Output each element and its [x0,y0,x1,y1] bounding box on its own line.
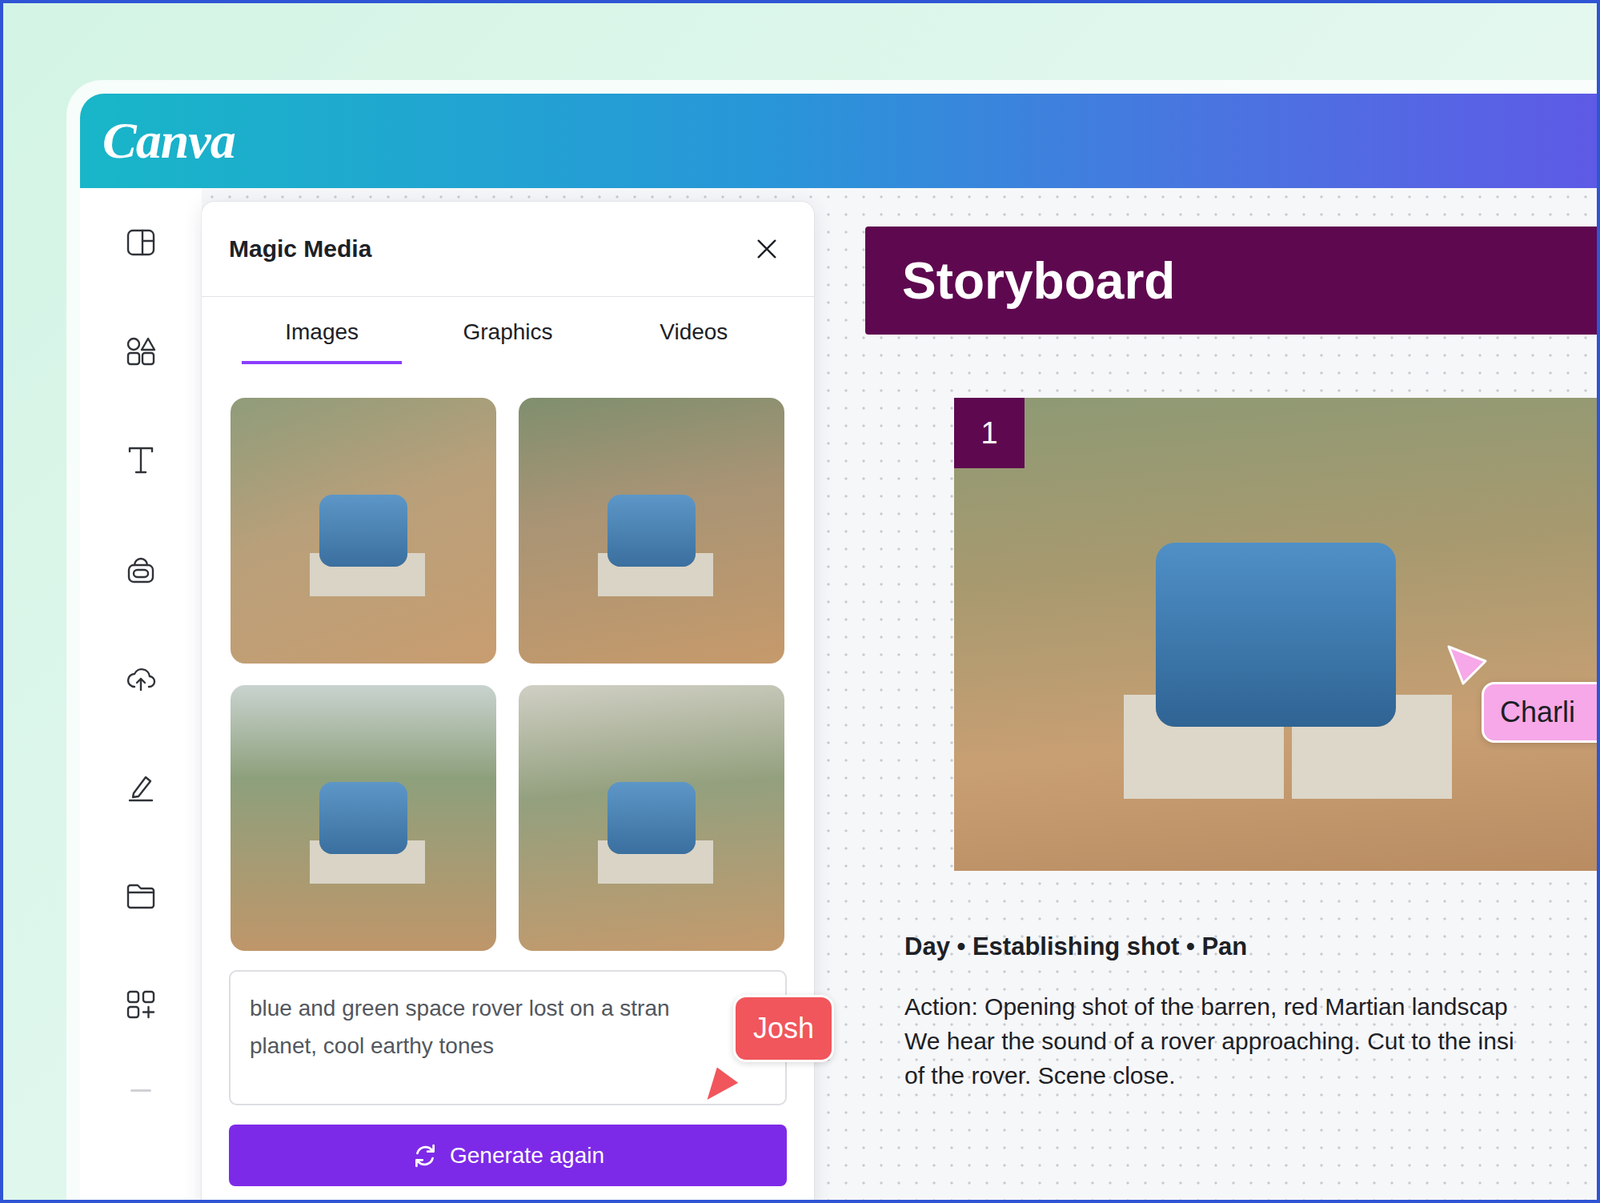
app-frame: Canva Magic Media Images Graphics Videos blue… [66,80,1597,1203]
prompt-text: blue and green space rover lost on a str… [249,989,766,1027]
rail-divider [130,1089,152,1092]
action-line: of the rover. Scene close. [904,1058,1597,1093]
design-canvas: Storyboard 1 Charli Day • Establishing shot… [814,188,1597,1203]
rover-shape [1155,542,1396,727]
collaborator-badge: Charli [1481,681,1597,743]
brand-icon[interactable] [124,553,157,586]
frame-description[interactable]: Day • Establishing shot • Pan Action: Ope… [904,931,1597,1093]
apps-icon[interactable] [124,988,157,1021]
storyboard-title-bar[interactable]: Storyboard [865,226,1597,335]
generated-image[interactable] [518,685,785,951]
app-window: Canva Magic Media Images Graphics Videos blue… [80,93,1597,1203]
rover-shape [607,494,696,567]
generated-image[interactable] [230,685,497,951]
generated-image[interactable] [518,397,785,664]
side-rail [80,188,202,1203]
close-icon[interactable] [754,236,779,261]
refresh-icon [411,1142,439,1170]
screen: Canva Magic Media Images Graphics Videos blue… [0,0,1600,1203]
result-grid [228,397,787,951]
rover-shape [319,781,408,855]
editor-body: Magic Media Images Graphics Videos blue and … [80,188,1597,1203]
cursor-arrow-icon [1445,643,1489,687]
collaborator-badge: Josh [733,994,835,1063]
panel-header: Magic Media [201,201,815,297]
action-line: We hear the sound of a rover approaching… [904,1023,1597,1059]
draw-icon[interactable] [124,770,157,803]
storyboard-title: Storyboard [902,251,1175,311]
frame-heading: Day • Establishing shot • Pan [904,931,1597,963]
header-bar: Canva [80,93,1597,189]
frame-action: Action: Opening shot of the barren, red … [904,989,1597,1093]
storyboard-frame: 1 Charli Day • Establishing shot • Pan Acti… [865,334,1597,1093]
tab[interactable]: Videos [613,296,774,365]
magic-media-panel: Magic Media Images Graphics Videos blue and … [201,201,815,1203]
prompt-text: planet, cool earthy tones [249,1026,766,1065]
frame-image[interactable]: 1 Charli [954,397,1597,871]
tab[interactable]: Graphics [427,296,588,365]
text-icon[interactable] [124,444,157,477]
action-line: Action: Opening shot of the barren, red … [904,989,1597,1024]
generate-button[interactable]: Generate again [228,1124,787,1187]
upload-icon[interactable] [124,661,157,694]
tab[interactable]: Images [241,296,402,365]
rover-shape [319,494,408,567]
tab-bar: Images Graphics Videos [228,296,787,365]
generate-label: Generate again [449,1142,605,1169]
panel-title: Magic Media [228,235,372,263]
prompt-field[interactable]: blue and green space rover lost on a str… [228,970,787,1106]
generated-image[interactable] [230,397,497,664]
frame-number: 1 [954,397,1025,469]
design-icon[interactable] [124,226,157,259]
cursor-arrow-icon [702,1061,743,1105]
canva-logo[interactable]: Canva [102,111,236,171]
rover-shape [607,781,696,855]
folder-icon[interactable] [124,879,157,912]
elements-icon[interactable] [124,335,157,368]
